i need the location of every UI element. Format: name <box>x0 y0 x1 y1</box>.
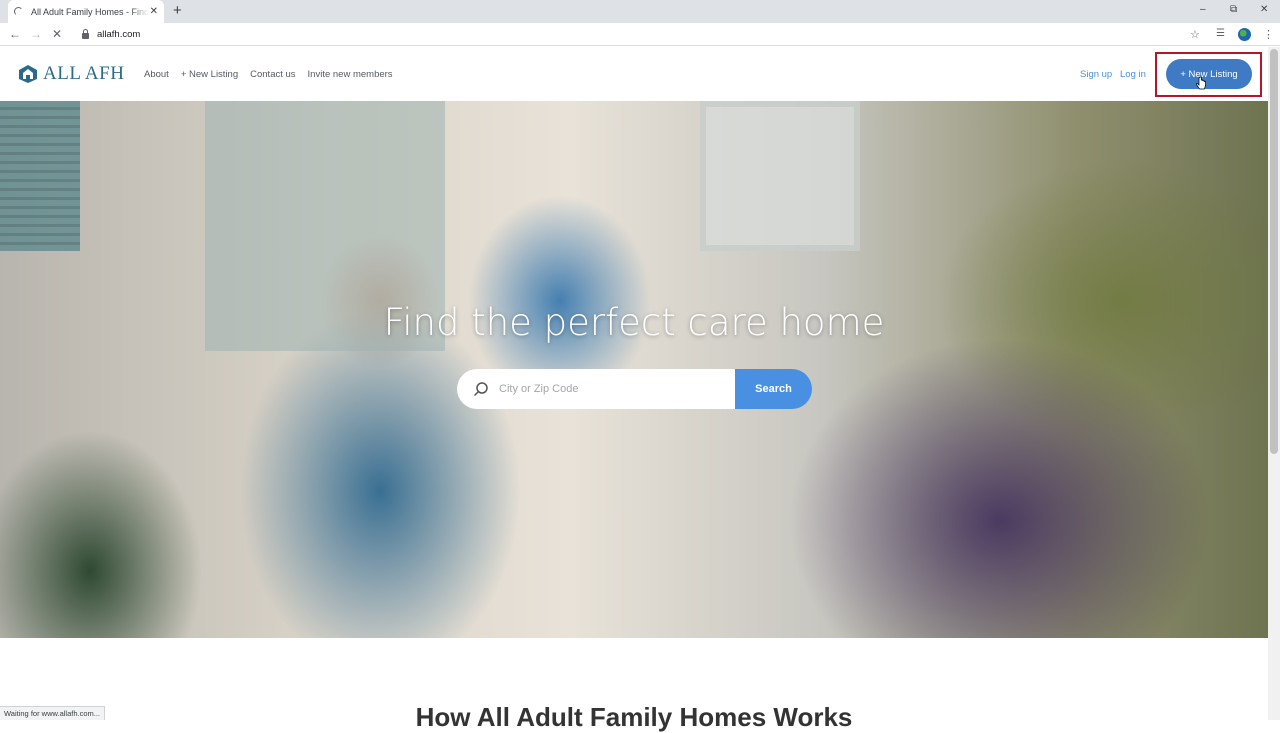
house-logo-icon <box>19 65 37 83</box>
media-control-icon[interactable]: ☰ <box>1216 28 1225 39</box>
browser-tabstrip: All Adult Family Homes - Find the perfec… <box>0 0 1280 23</box>
tab-title: All Adult Family Homes - Find the perfec… <box>31 6 149 17</box>
city-zip-input[interactable] <box>499 383 719 395</box>
how-it-works-heading: How All Adult Family Homes Works <box>415 702 853 732</box>
window-close-icon[interactable]: ✕ <box>1260 4 1268 15</box>
scrollbar-thumb[interactable] <box>1270 49 1278 454</box>
profile-avatar-icon[interactable] <box>1238 28 1251 41</box>
browser-status-bar: Waiting for www.allafh.com... <box>0 706 106 720</box>
tab-close-icon[interactable]: ✕ <box>150 6 158 17</box>
site-logo[interactable]: ALL AFH <box>18 63 124 85</box>
minimize-icon[interactable]: – <box>1200 4 1206 15</box>
url-text: allafh.com <box>97 29 141 40</box>
nav-new-listing[interactable]: + New Listing <box>181 69 238 80</box>
nav-about[interactable]: About <box>144 69 169 80</box>
logo-text: ALL AFH <box>43 63 125 84</box>
search-icon <box>473 382 488 397</box>
browser-menu-icon[interactable]: ⋮ <box>1263 28 1274 41</box>
page-scrollbar[interactable] <box>1268 47 1280 720</box>
nav-invite-new-members[interactable]: Invite new members <box>308 69 393 80</box>
stop-loading-icon[interactable]: ✕ <box>52 27 62 41</box>
main-nav: About + New Listing Contact us Invite ne… <box>144 69 393 80</box>
hero-window-image <box>700 101 860 251</box>
log-in-link[interactable]: Log in <box>1120 69 1146 80</box>
loading-spinner-icon <box>14 7 23 16</box>
hand-cursor-icon <box>1196 77 1206 90</box>
search-box[interactable] <box>457 369 735 409</box>
lock-icon <box>82 29 89 39</box>
nav-contact-us[interactable]: Contact us <box>250 69 295 80</box>
hero-heading: Find the perfect care home <box>383 301 885 344</box>
back-arrow-icon[interactable]: ← <box>9 27 21 41</box>
restore-icon[interactable]: ⧉ <box>1230 4 1237 15</box>
sign-up-link[interactable]: Sign up <box>1080 69 1112 80</box>
site-header: ALL AFH About + New Listing Contact us I… <box>0 47 1268 101</box>
hero-banner: Find the perfect care home Search <box>0 101 1268 638</box>
address-bar[interactable]: allafh.com <box>76 26 1210 43</box>
hero-shutter-image <box>0 101 80 251</box>
browser-toolbar: ← → ✕ allafh.com ☆ ☰ ⋮ <box>0 23 1280 46</box>
new-listing-button[interactable]: + New Listing <box>1166 59 1252 89</box>
bookmark-star-icon[interactable]: ☆ <box>1190 28 1200 41</box>
search-button[interactable]: Search <box>735 369 812 409</box>
new-tab-button[interactable]: + <box>173 3 182 19</box>
browser-tab[interactable]: All Adult Family Homes - Find the perfec… <box>8 0 164 23</box>
forward-arrow-icon[interactable]: → <box>30 27 42 41</box>
